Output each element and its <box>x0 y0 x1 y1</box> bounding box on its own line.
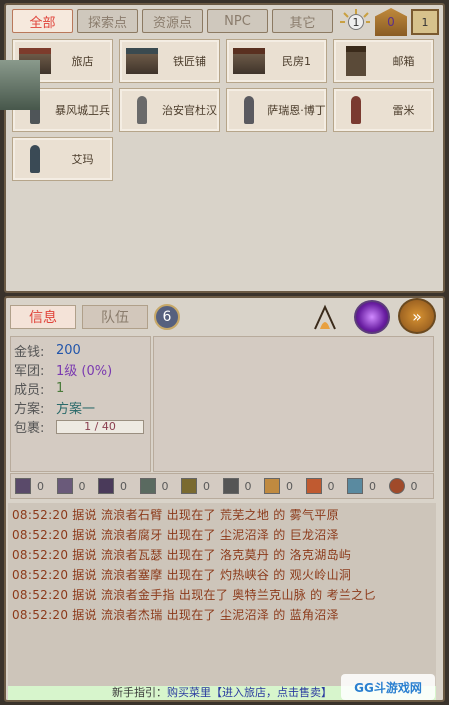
location-label: 邮箱 <box>392 54 415 68</box>
location-label: 民房1 <box>282 54 311 68</box>
inventory-item[interactable]: 0 <box>15 478 57 494</box>
inventory-item[interactable]: 0 <box>139 478 182 494</box>
location-panel: 全部 探索点 资源点 NPC 其它 1 0 1 旅店 铁匠铺 民房1 邮箱 暴风… <box>4 3 445 293</box>
money-value: 200 <box>56 343 81 358</box>
sun-count: 1 <box>348 14 364 30</box>
inventory-bar: 0 0 0 0 0 0 0 0 0 0 <box>10 473 434 499</box>
sun-icon[interactable]: 1 <box>339 8 371 36</box>
gold-ore-icon <box>181 478 197 494</box>
inventory-item[interactable]: 0 <box>222 478 265 494</box>
location-label: 旅店 <box>71 54 94 68</box>
guide-link[interactable]: 购买菜里【进入旅店，点击售卖】 <box>167 686 332 699</box>
stone-icon <box>222 478 239 494</box>
house-building-icon <box>231 43 267 79</box>
location-mailbox[interactable]: 邮箱 <box>333 39 434 83</box>
npc-label: 治安官杜汉 <box>162 103 217 117</box>
meat-icon <box>305 478 322 494</box>
tab-npc[interactable]: NPC <box>207 9 268 33</box>
legion-value: 1级 (0%) <box>56 364 113 379</box>
sheriff-figure-icon <box>124 92 160 128</box>
npc-emma[interactable]: 艾玛 <box>12 137 113 181</box>
tab-explore[interactable]: 探索点 <box>77 9 138 33</box>
vial-icon <box>347 478 363 494</box>
log-line: 08:52:20 据说 流浪者石臂 出现在了 荒芜之地 的 雾气平原 <box>12 508 339 522</box>
members-label: 成员: <box>14 383 45 398</box>
mailbox-icon <box>338 43 374 79</box>
portal-orb-icon[interactable] <box>354 300 390 334</box>
bag-icon[interactable]: 1 <box>411 9 439 35</box>
location-label: 铁匠铺 <box>173 54 206 68</box>
inventory-item[interactable]: 0 <box>347 478 389 494</box>
event-log[interactable]: 08:52:20 据说 流浪者石臂 出现在了 荒芜之地 的 雾气平原 08:52:… <box>8 503 436 686</box>
location-grid: 旅店 铁匠铺 民房1 邮箱 暴风城卫兵 治安官杜汉 萨瑞恩·博丁 雷米 艾玛 <box>12 39 434 181</box>
scroll-icon <box>264 478 280 494</box>
legion-label: 军团: <box>14 364 45 379</box>
npc-remy[interactable]: 雷米 <box>333 88 434 132</box>
portrait-thumbnail[interactable] <box>0 60 40 110</box>
inventory-item[interactable]: 0 <box>305 478 348 494</box>
inventory-item[interactable]: 0 <box>264 478 306 494</box>
top-icons: 1 0 1 <box>339 8 439 36</box>
npc-sheriff[interactable]: 治安官杜汉 <box>119 88 220 132</box>
detail-panel <box>153 336 434 472</box>
bag-capacity-bar: 1 / 40 <box>56 419 144 434</box>
npc-label: 萨瑞恩·博丁 <box>267 103 326 117</box>
gem-icon[interactable]: 0 <box>375 8 407 36</box>
orb-icon <box>388 478 405 494</box>
crystal-icon <box>98 478 114 494</box>
tab-resource[interactable]: 资源点 <box>142 9 203 33</box>
log-line: 08:52:20 据说 流浪者杰瑞 出现在了 尘泥沼泽 的 蓝角沼泽 <box>12 608 339 622</box>
members-value: 1 <box>56 381 65 396</box>
npc-label: 艾玛 <box>71 152 94 166</box>
money-label: 金钱: <box>14 345 45 360</box>
panel-tabs: 信息 队伍 6 <box>10 304 180 330</box>
filter-tabs: 全部 探索点 资源点 NPC 其它 <box>12 9 333 33</box>
team-count-badge: 6 <box>154 304 180 330</box>
plan-value[interactable]: 方案一 <box>56 398 95 417</box>
next-arrow-button[interactable]: » <box>398 298 436 334</box>
log-line: 08:52:20 据说 流浪者腐牙 出现在了 尘泥沼泽 的 巨龙沼泽 <box>12 528 339 542</box>
log-line: 08:52:20 据说 流浪者金手指 出现在了 奥特兰克山脉 的 考兰之匕 <box>12 588 376 602</box>
inventory-item[interactable]: 0 <box>56 478 99 494</box>
log-line: 08:52:20 据说 流浪者塞摩 出现在了 灼热峡谷 的 观火岭山洞 <box>12 568 352 582</box>
inventory-item[interactable]: 0 <box>181 478 223 494</box>
inventory-item[interactable]: 0 <box>388 478 431 494</box>
location-blacksmith[interactable]: 铁匠铺 <box>119 39 220 83</box>
ore-icon <box>139 478 156 494</box>
gem-count: 0 <box>387 15 395 29</box>
herb-icon <box>15 478 31 494</box>
bag-label: 包裹: <box>14 421 45 436</box>
potion-icon <box>56 478 73 494</box>
tab-info[interactable]: 信息 <box>10 305 76 329</box>
npc-figure-icon <box>17 141 53 177</box>
plan-label: 方案: <box>14 402 45 417</box>
inventory-item[interactable]: 0 <box>98 478 140 494</box>
tab-all[interactable]: 全部 <box>12 9 73 33</box>
npc-sarin[interactable]: 萨瑞恩·博丁 <box>226 88 327 132</box>
watermark-logo: GG斗游戏网 <box>341 674 435 700</box>
tab-other[interactable]: 其它 <box>272 9 333 33</box>
npc-figure-icon <box>338 92 374 128</box>
log-line: 08:52:20 据说 流浪者瓦瑟 出现在了 洛克莫丹 的 洛克湖岛屿 <box>12 548 352 562</box>
tab-team[interactable]: 队伍 <box>82 305 148 329</box>
location-house[interactable]: 民房1 <box>226 39 327 83</box>
info-panel: 信息 队伍 6 » 金钱: 200 军团: 1级 (0%) 成员: 1 方案: 方案一 … <box>4 296 445 702</box>
npc-label: 雷米 <box>392 103 415 117</box>
stats-panel: 金钱: 200 军团: 1级 (0%) 成员: 1 方案: 方案一 包裹: 1 / 40 <box>10 336 151 472</box>
campfire-icon[interactable] <box>309 301 341 333</box>
npc-figure-icon <box>231 92 267 128</box>
blacksmith-building-icon <box>124 43 160 79</box>
npc-label: 暴风城卫兵 <box>55 103 110 117</box>
bag-count: 1 <box>421 15 429 29</box>
